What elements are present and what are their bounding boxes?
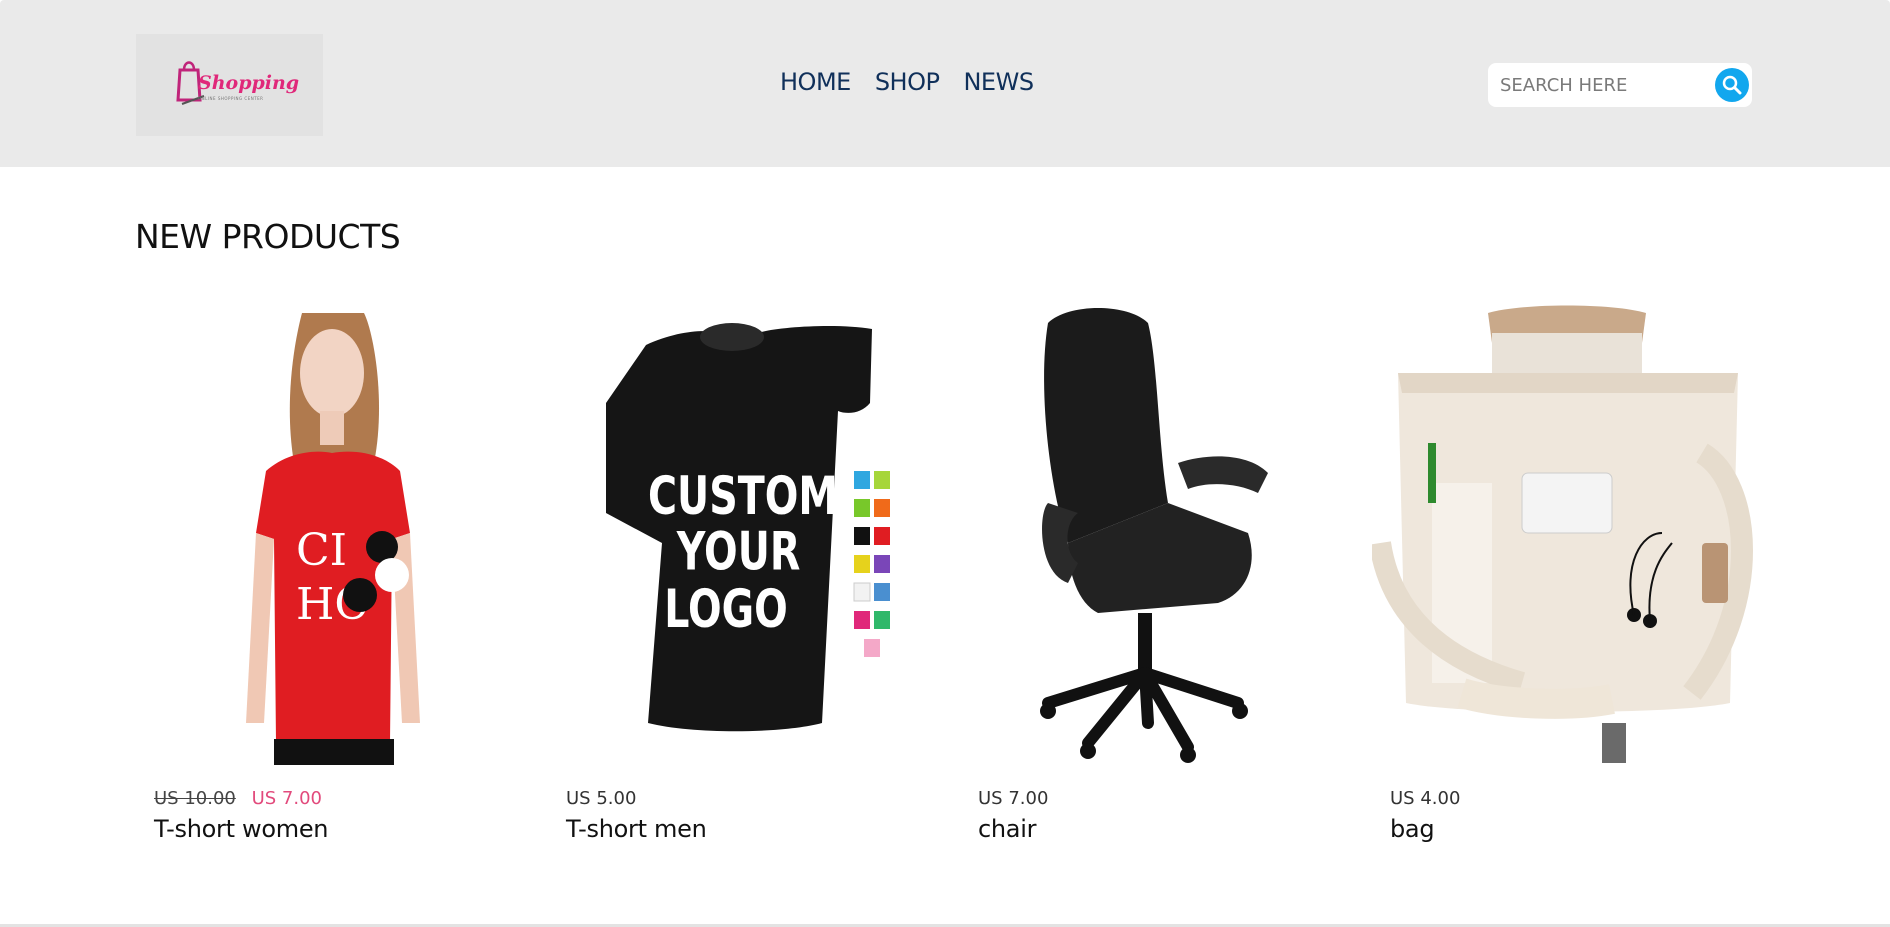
price-row: US 4.00	[1390, 788, 1460, 809]
site-header: Shopping ONLINE SHOPPING CENTER HOME SHO…	[0, 0, 1890, 167]
price: US 5.00	[566, 788, 637, 809]
main-nav: HOME SHOP NEWS	[780, 68, 1058, 96]
logo-tagline: ONLINE SHOPPING CENTER	[198, 96, 264, 101]
logo-text: Shopping	[198, 72, 300, 94]
section-title: NEW PRODUCTS	[135, 217, 401, 256]
product-card[interactable]: CUSTOM YOUR LOGO US 5.00 T-short men	[546, 303, 946, 853]
nav-news[interactable]: NEWS	[963, 68, 1034, 96]
product-name[interactable]: T-short men	[566, 815, 707, 843]
search-icon	[1722, 75, 1742, 95]
price-row: US 7.00	[978, 788, 1048, 809]
product-card[interactable]: CI HC US 10.00 US 7.00 T-short women	[134, 303, 534, 853]
tshirt-print-your: YOUR	[676, 522, 800, 583]
product-image[interactable]: CI HC	[224, 303, 454, 765]
search-button[interactable]	[1715, 68, 1749, 102]
product-name[interactable]: chair	[978, 815, 1036, 843]
beige-tote-bag-image	[1372, 303, 1764, 765]
black-custom-tshirt-image: CUSTOM YOUR LOGO	[576, 303, 936, 765]
tshirt-print-custom: CUSTOM	[648, 467, 838, 528]
nav-shop[interactable]: SHOP	[875, 68, 940, 96]
price: US 7.00	[978, 788, 1049, 809]
product-card[interactable]: US 4.00 bag	[1370, 303, 1770, 853]
black-office-chair-image	[1008, 303, 1308, 765]
search-box	[1488, 63, 1752, 107]
product-name[interactable]: bag	[1390, 815, 1435, 843]
product-image[interactable]	[1008, 303, 1308, 765]
product-name[interactable]: T-short women	[154, 815, 329, 843]
product-image[interactable]	[1372, 303, 1764, 765]
price-row: US 5.00	[566, 788, 636, 809]
site-logo[interactable]: Shopping ONLINE SHOPPING CENTER	[136, 34, 323, 136]
product-image[interactable]: CUSTOM YOUR LOGO	[576, 303, 936, 765]
tshirt-print-logo: LOGO	[664, 579, 788, 640]
product-card[interactable]: US 7.00 chair	[958, 303, 1358, 853]
sale-price: US 7.00	[251, 788, 322, 809]
woman-red-tshirt-image: CI HC	[224, 303, 454, 765]
nav-home[interactable]: HOME	[780, 68, 851, 96]
old-price: US 10.00	[154, 788, 236, 809]
price-row: US 10.00 US 7.00	[154, 788, 322, 809]
search-input[interactable]	[1500, 63, 1700, 107]
price: US 4.00	[1390, 788, 1461, 809]
svg-text:CI: CI	[296, 525, 347, 576]
